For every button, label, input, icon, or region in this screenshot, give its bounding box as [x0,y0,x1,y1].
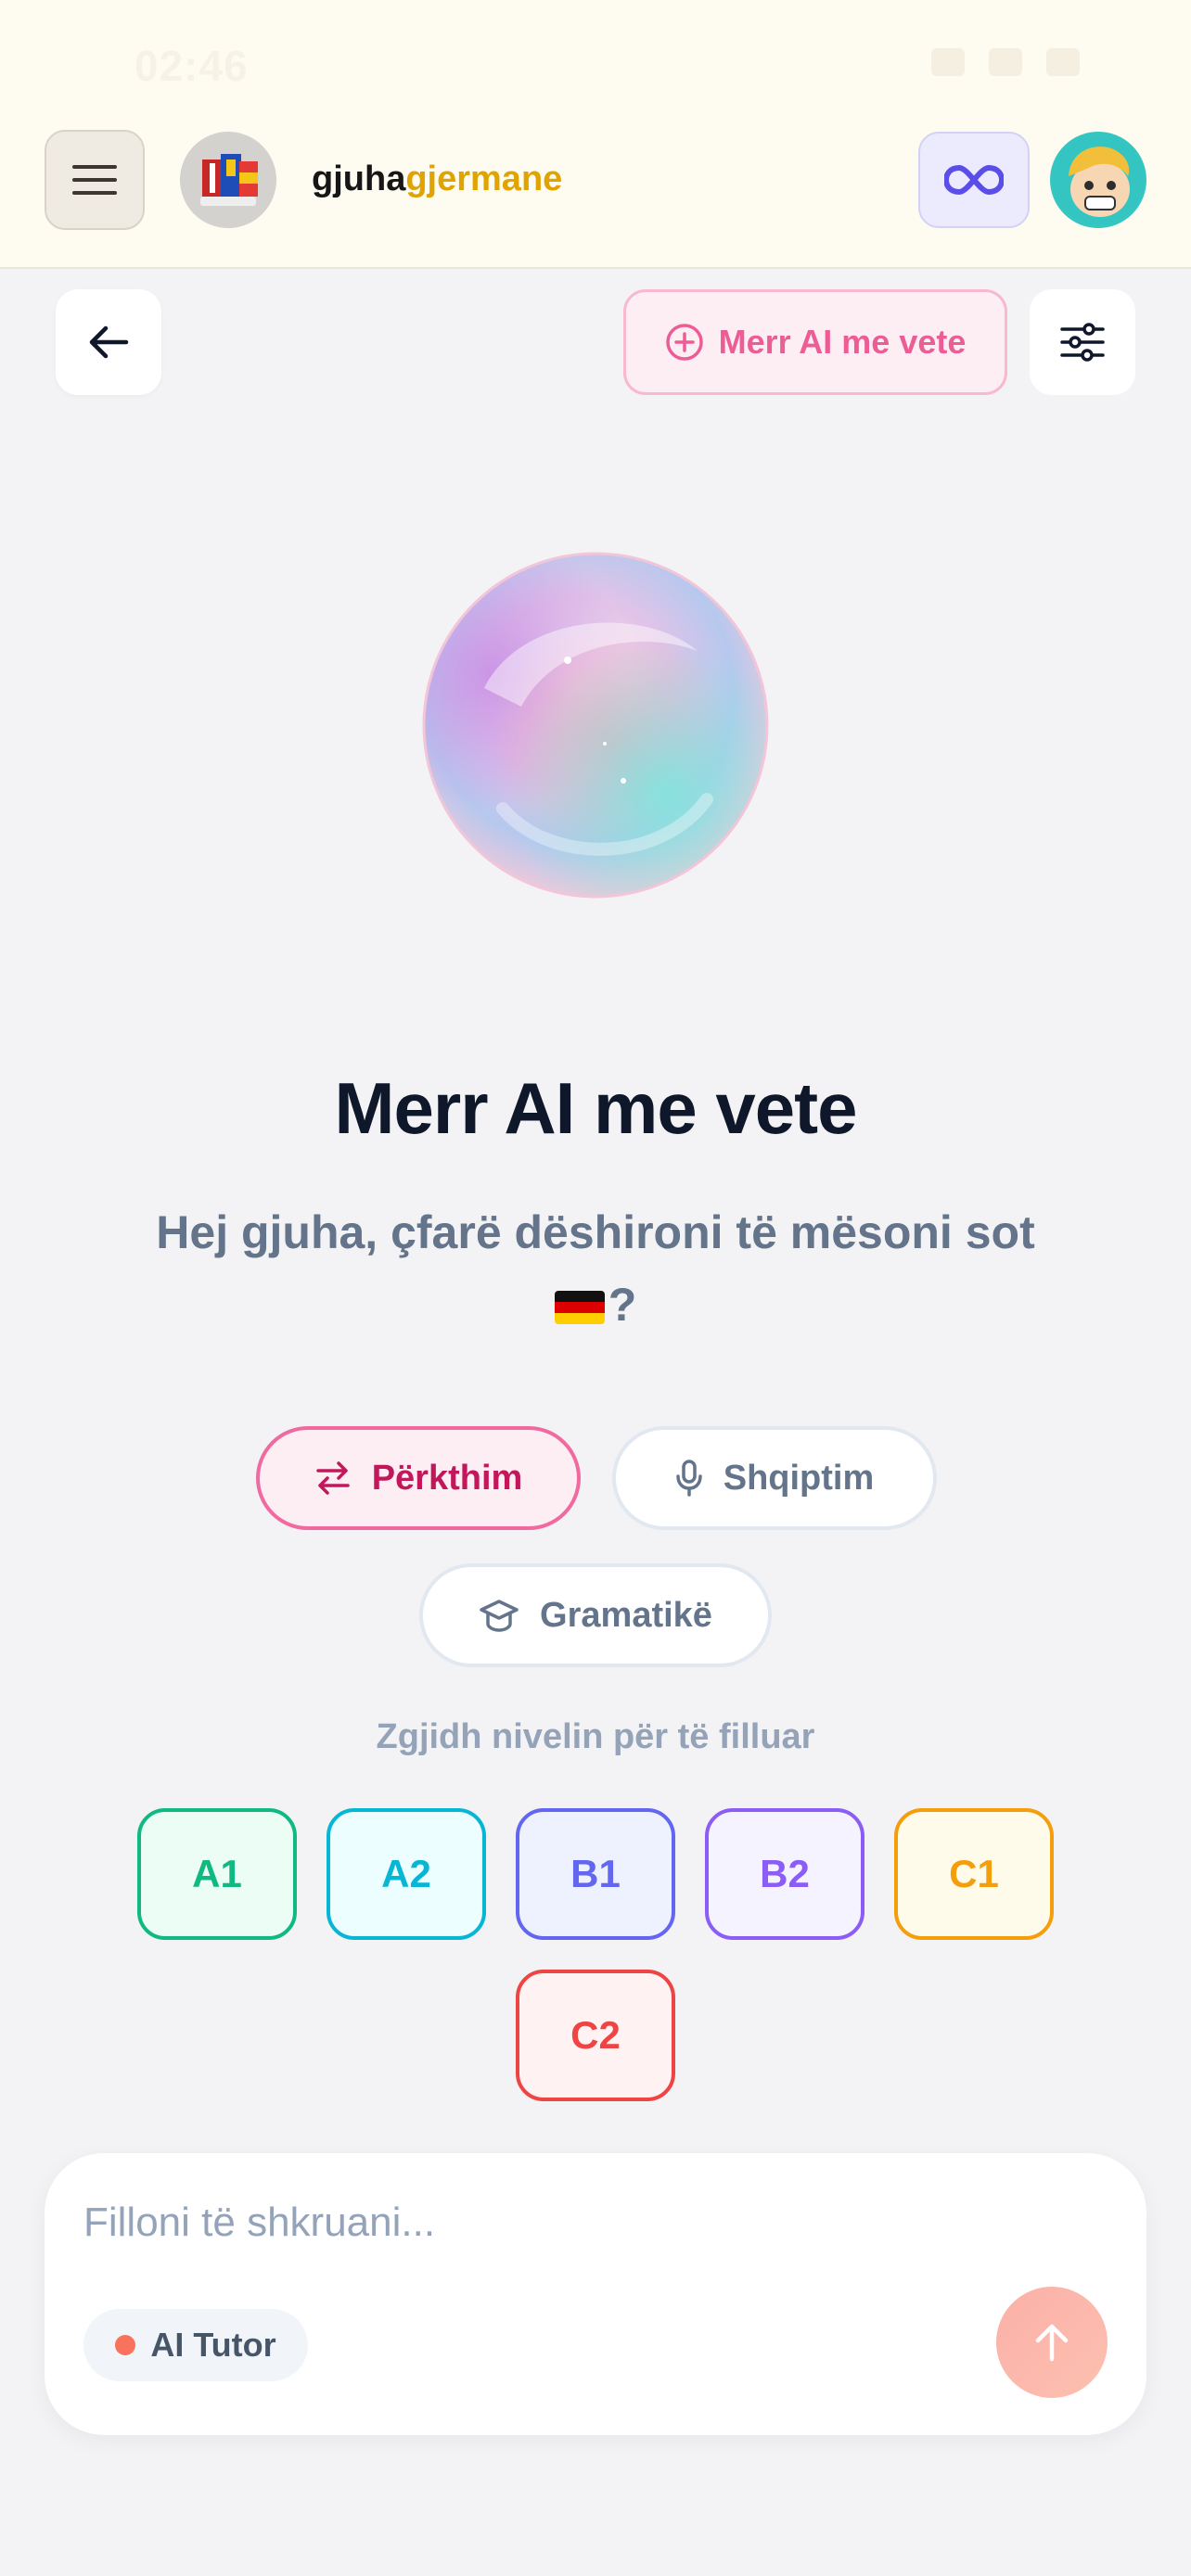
level-a1-label: A1 [192,1852,242,1895]
level-c1-button[interactable]: C1 [894,1808,1054,1940]
status-bar: 02:46 [0,0,1191,130]
level-a2-label: A2 [381,1852,431,1895]
app-logo[interactable] [180,132,276,228]
subtitle-text: Hej gjuha, çfarë dëshironi të mësoni sot [156,1206,1035,1258]
app-header: 02:46 gjuhagjermane [0,0,1191,269]
brand-part-2: gjermane [405,159,563,198]
page-title: Merr AI me vete [334,1067,857,1149]
level-a2-button[interactable]: A2 [327,1808,486,1940]
level-a1-button[interactable]: A1 [137,1808,297,1940]
brand-part-1: gjuha [312,159,406,198]
user-avatar[interactable] [1050,132,1146,228]
level-b2-button[interactable]: B2 [705,1808,864,1940]
flags-logo-icon [180,132,276,228]
mode-grammar-chip[interactable]: Gramatikë [419,1563,772,1667]
menu-button[interactable] [45,130,145,230]
ai-orb [419,549,772,901]
status-time: 02:46 [134,42,249,90]
message-input[interactable] [83,2190,1011,2255]
level-b1-label: B1 [570,1852,621,1895]
unlimited-button[interactable] [918,132,1030,228]
page-subtitle: Hej gjuha, çfarë dëshironi të mësoni sot… [93,1196,1098,1341]
level-c2-label: C2 [570,2013,621,2057]
cartoon-avatar-icon [1054,135,1143,224]
graduation-cap-icon [480,1600,519,1632]
mode-pronunciation-label: Shqiptim [723,1458,875,1498]
level-c2-button[interactable]: C2 [516,1970,675,2101]
level-hint: Zgjidh nivelin për të filluar [376,1717,815,1756]
status-icons [931,48,1080,76]
germany-flag-icon [554,1291,605,1324]
bubble-orb-icon [422,552,769,899]
infinity-icon [944,164,1004,196]
status-dot [115,2335,136,2355]
send-button[interactable] [996,2287,1108,2398]
plus-circle-icon [665,324,703,361]
subtitle-end: ? [608,1279,637,1331]
arrow-left-icon [89,325,129,359]
back-button[interactable] [56,289,161,395]
level-c1-label: C1 [949,1852,999,1895]
microphone-icon [675,1460,702,1497]
ai-tutor-pill[interactable]: AI Tutor [83,2309,308,2381]
get-ai-button[interactable]: Merr AI me vete [623,289,1007,395]
mode-translate-label: Përkthim [371,1458,523,1498]
mode-pronunciation-chip[interactable]: Shqiptim [612,1426,937,1530]
level-b2-label: B2 [760,1852,810,1895]
swap-arrows-icon [315,1461,350,1495]
level-b1-button[interactable]: B1 [516,1808,675,1940]
brand-name: gjuhagjermane [312,159,562,199]
settings-button[interactable] [1030,289,1135,395]
message-composer: AI Tutor [45,2153,1146,2435]
signal-icon [931,48,965,76]
hamburger-icon [72,165,117,195]
get-ai-label: Merr AI me vete [718,323,967,361]
mode-translate-chip[interactable]: Përkthim [256,1426,581,1530]
wifi-icon [989,48,1022,76]
mode-grammar-label: Gramatikë [540,1595,712,1635]
arrow-up-icon [1035,2324,1069,2362]
sliders-icon [1060,323,1105,362]
ai-tutor-label: AI Tutor [150,2326,276,2364]
battery-icon [1046,48,1080,76]
